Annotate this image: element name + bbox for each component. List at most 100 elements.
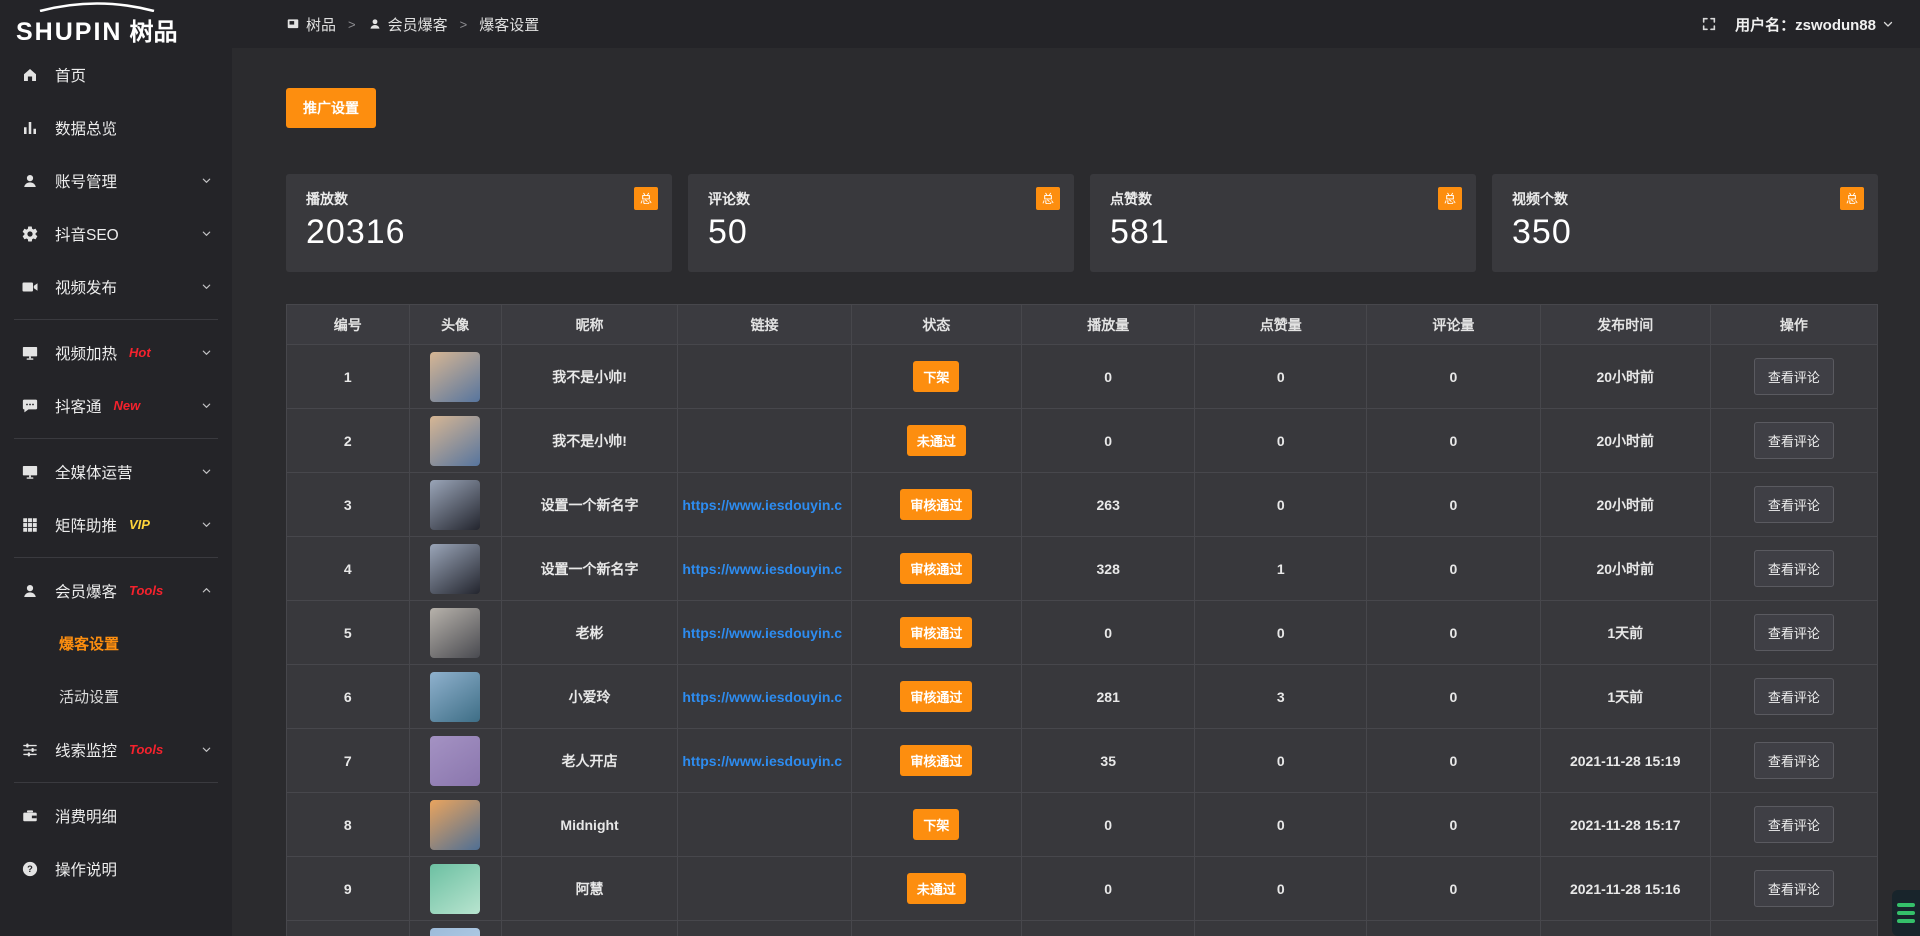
view-comments-button[interactable]: 查看评论 xyxy=(1754,422,1834,459)
cell-action: 查看评论 xyxy=(1710,345,1877,409)
sidebar-item-账号管理[interactable]: 账号管理 xyxy=(0,154,232,207)
floating-service-widget[interactable] xyxy=(1892,890,1920,936)
table-row: 4设置一个新名字https://www.iesdouyin.c审核通过32810… xyxy=(287,537,1878,601)
breadcrumb-item[interactable]: 会员爆客 xyxy=(368,14,448,35)
avatar xyxy=(430,672,480,722)
cell-id: 5 xyxy=(287,601,410,665)
cell-published: 1天前 xyxy=(1540,601,1710,665)
table-row xyxy=(287,921,1878,936)
stat-cards: 播放数总20316评论数总50点赞数总581视频个数总350 xyxy=(286,174,1878,272)
status-badge: 未通过 xyxy=(907,425,966,456)
view-comments-button[interactable]: 查看评论 xyxy=(1754,742,1834,779)
sidebar-item-数据总览[interactable]: 数据总览 xyxy=(0,101,232,154)
cell-avatar xyxy=(409,665,501,729)
cell-link: https://www.iesdouyin.c xyxy=(678,473,851,537)
cell-nickname: 阿慧 xyxy=(501,857,678,921)
view-comments-button[interactable]: 查看评论 xyxy=(1754,870,1834,907)
profile-link[interactable]: https://www.iesdouyin.c xyxy=(682,753,842,769)
chevron-down-icon xyxy=(201,175,212,186)
avatar xyxy=(430,928,480,936)
view-comments-button[interactable]: 查看评论 xyxy=(1754,806,1834,843)
sidebar-subitem-活动设置[interactable]: 活动设置 xyxy=(0,670,232,723)
sidebar-item-抖客通[interactable]: 抖客通New xyxy=(0,379,232,432)
view-comments-button[interactable]: 查看评论 xyxy=(1754,614,1834,651)
main-content: 推广设置 播放数总20316评论数总50点赞数总581视频个数总350 编号头像… xyxy=(232,48,1920,936)
avatar xyxy=(430,800,480,850)
stat-card-label: 评论数 xyxy=(708,189,1054,209)
stat-card-评论数: 评论数总50 xyxy=(688,174,1074,272)
sidebar-item-badge: Tools xyxy=(129,583,163,598)
avatar xyxy=(430,608,480,658)
view-comments-button[interactable]: 查看评论 xyxy=(1754,358,1834,395)
table-row: 5老彬https://www.iesdouyin.c审核通过0001天前查看评论 xyxy=(287,601,1878,665)
cell-published: 20小时前 xyxy=(1540,537,1710,601)
cell-link xyxy=(678,409,851,473)
table-row: 6小爱玲https://www.iesdouyin.c审核通过281301天前查… xyxy=(287,665,1878,729)
cell-plays: 35 xyxy=(1022,729,1195,793)
promotion-settings-button[interactable]: 推广设置 xyxy=(286,88,376,128)
cell-status: 审核通过 xyxy=(851,601,1021,665)
profile-link[interactable]: https://www.iesdouyin.c xyxy=(682,561,842,577)
column-header-播放量: 播放量 xyxy=(1022,305,1195,345)
sidebar-subitem-爆客设置[interactable]: 爆客设置 xyxy=(0,617,232,670)
sidebar-item-视频发布[interactable]: 视频发布 xyxy=(0,260,232,313)
service-widget-bar xyxy=(1897,911,1915,915)
wallet-icon xyxy=(20,807,40,825)
breadcrumb: 树品>会员爆客>爆客设置 xyxy=(286,14,539,35)
sidebar-item-矩阵助推[interactable]: 矩阵助推VIP xyxy=(0,498,232,551)
view-comments-button[interactable]: 查看评论 xyxy=(1754,550,1834,587)
column-header-昵称: 昵称 xyxy=(501,305,678,345)
sidebar-item-全媒体运营[interactable]: 全媒体运营 xyxy=(0,445,232,498)
cell-avatar xyxy=(409,409,501,473)
username-menu[interactable]: 用户名：zswodun88 xyxy=(1735,14,1894,35)
cell-plays: 0 xyxy=(1022,601,1195,665)
sidebar-item-操作说明[interactable]: ?操作说明 xyxy=(0,842,232,895)
view-comments-button[interactable]: 查看评论 xyxy=(1754,678,1834,715)
cell-action: 查看评论 xyxy=(1710,601,1877,665)
cell-likes: 0 xyxy=(1195,793,1367,857)
cell-published xyxy=(1540,921,1710,936)
cell-plays: 263 xyxy=(1022,473,1195,537)
fullscreen-icon[interactable] xyxy=(1701,16,1717,32)
sidebar-item-线索监控[interactable]: 线索监控Tools xyxy=(0,723,232,776)
sidebar-item-抖音SEO[interactable]: 抖音SEO xyxy=(0,207,232,260)
column-header-点赞量: 点赞量 xyxy=(1195,305,1367,345)
sidebar-item-视频加热[interactable]: 视频加热 Hot xyxy=(0,326,232,379)
sidebar-item-badge: Tools xyxy=(129,742,163,757)
sidebar-item-badge: Hot xyxy=(129,345,151,360)
status-badge: 下架 xyxy=(913,809,959,840)
breadcrumb-item[interactable]: 树品 xyxy=(286,14,336,35)
stat-card-total-badge: 总 xyxy=(1840,187,1864,210)
sidebar-divider xyxy=(14,782,218,783)
breadcrumb-separator: > xyxy=(348,17,356,32)
sidebar-item-消费明细[interactable]: 消费明细 xyxy=(0,789,232,842)
cell-id: 4 xyxy=(287,537,410,601)
status-badge: 审核通过 xyxy=(900,745,972,776)
avatar xyxy=(430,416,480,466)
cell-avatar xyxy=(409,921,501,936)
topbar: SHUPIN 树品 树品>会员爆客>爆客设置 用户名：zswodun88 xyxy=(0,0,1920,48)
cell-link xyxy=(678,857,851,921)
sidebar-item-会员爆客[interactable]: 会员爆客Tools xyxy=(0,564,232,617)
stat-card-点赞数: 点赞数总581 xyxy=(1090,174,1476,272)
column-header-编号: 编号 xyxy=(287,305,410,345)
profile-link[interactable]: https://www.iesdouyin.c xyxy=(682,625,842,641)
cell-nickname: 老彬 xyxy=(501,601,678,665)
sidebar: 首页数据总览账号管理抖音SEO视频发布视频加热Hot抖客通New全媒体运营矩阵助… xyxy=(0,48,232,936)
profile-link[interactable]: https://www.iesdouyin.c xyxy=(682,689,842,705)
cell-id: 8 xyxy=(287,793,410,857)
profile-link[interactable]: https://www.iesdouyin.c xyxy=(682,497,842,513)
column-header-发布时间: 发布时间 xyxy=(1540,305,1710,345)
cell-likes: 0 xyxy=(1195,857,1367,921)
sidebar-item-label: 视频加热 xyxy=(55,342,117,364)
breadcrumb-item[interactable]: 爆客设置 xyxy=(479,14,539,35)
topbar-right: 用户名：zswodun88 xyxy=(1701,14,1894,35)
view-comments-button[interactable]: 查看评论 xyxy=(1754,486,1834,523)
cell-published: 1天前 xyxy=(1540,665,1710,729)
bar-chart-icon xyxy=(20,119,40,137)
sidebar-item-label: 矩阵助推 xyxy=(55,514,117,536)
avatar xyxy=(430,480,480,530)
user-icon xyxy=(20,172,40,190)
sidebar-item-首页[interactable]: 首页 xyxy=(0,48,232,101)
sidebar-divider xyxy=(14,557,218,558)
